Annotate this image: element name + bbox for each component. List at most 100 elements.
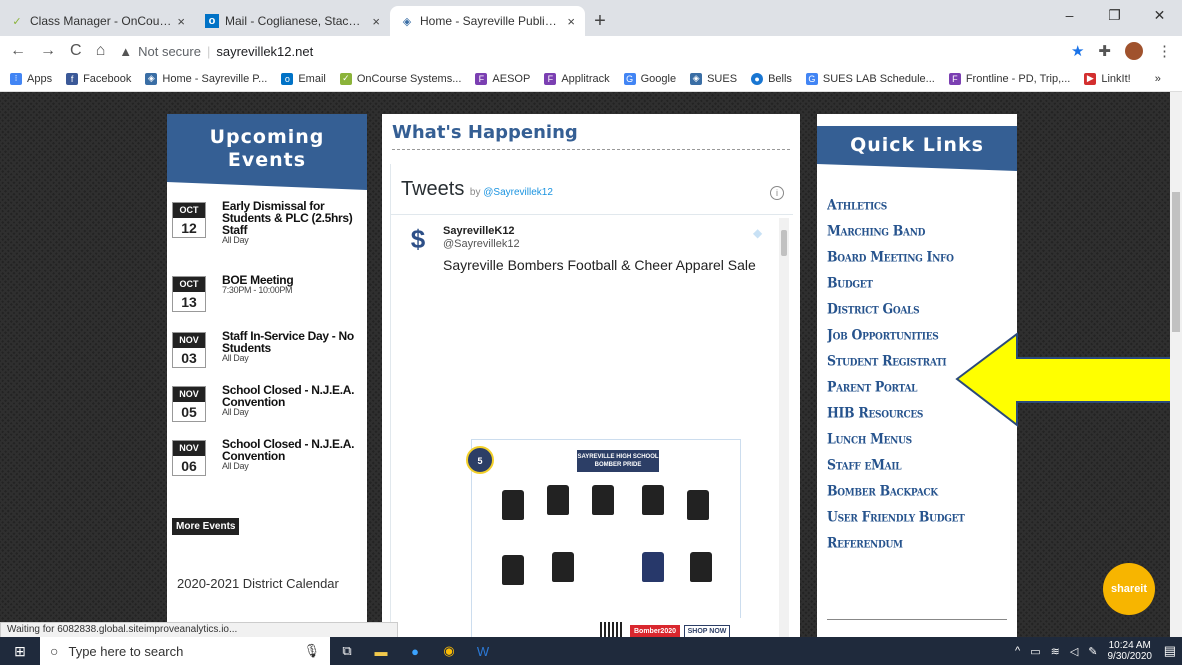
bookmark-bells[interactable]: ● Bells xyxy=(751,72,792,85)
bookmark-label: LinkIt! xyxy=(1101,72,1131,85)
shirt-image xyxy=(547,485,569,515)
not-secure-label[interactable]: Not secure xyxy=(138,44,201,59)
event-day: 03 xyxy=(181,350,197,366)
menu-dots-icon[interactable]: ⋮ xyxy=(1157,42,1172,60)
url-text[interactable]: sayrevillek12.net xyxy=(216,44,313,59)
bookmark-label: OnCourse Systems... xyxy=(356,72,462,85)
more-bookmarks-button[interactable]: » xyxy=(1155,73,1161,85)
twitter-bird-icon[interactable]: ◆ xyxy=(753,226,762,240)
window-controls: – ❐ ✕ xyxy=(1047,0,1182,30)
tab-title: Mail - Coglianese, Stacey - Outlo xyxy=(225,14,366,28)
close-window-button[interactable]: ✕ xyxy=(1137,0,1182,30)
event-time: All Day xyxy=(222,407,249,417)
bookmark-aesop[interactable]: F AESOP xyxy=(475,72,530,85)
shirt-image xyxy=(502,490,524,520)
apparel-flyer-image[interactable]: 5 SAYREVILLE HIGH SCHOOL BOMBER PRIDE Bo… xyxy=(466,439,742,637)
tweet-scrollbar[interactable] xyxy=(779,218,789,637)
event-item[interactable]: NOV 03 Staff In-Service Day - No Students… xyxy=(172,330,367,377)
microphone-icon[interactable]: 🎙 xyxy=(303,643,320,659)
sayreville-avatar-icon[interactable]: $ xyxy=(403,224,433,254)
omnibox[interactable]: ▲ Not secure | sayrevillek12.net xyxy=(119,44,1057,59)
volume-icon[interactable]: ◁ xyxy=(1070,645,1078,658)
network-icon[interactable]: ≋ xyxy=(1051,645,1060,658)
maximize-button[interactable]: ❐ xyxy=(1092,0,1137,30)
scrollbar-thumb[interactable] xyxy=(781,230,787,256)
page-scrollbar[interactable] xyxy=(1170,92,1182,637)
tab-close-button[interactable]: × xyxy=(567,14,575,29)
profile-avatar-icon[interactable] xyxy=(1125,42,1143,60)
home-button[interactable]: ⌂ xyxy=(96,42,106,60)
task-view-icon[interactable]: ⧉ xyxy=(330,637,364,665)
show-hidden-icons-icon[interactable]: ^ xyxy=(1015,645,1020,657)
file-explorer-icon[interactable]: ▬ xyxy=(364,637,398,665)
minimize-button[interactable]: – xyxy=(1047,0,1092,30)
bookmark-sues-lab[interactable]: G SUES LAB Schedule... xyxy=(805,72,935,85)
shirt-image xyxy=(502,555,524,585)
word-icon[interactable]: W xyxy=(466,637,500,665)
bookmark-frontline[interactable]: F Frontline - PD, Trip,... xyxy=(948,72,1070,85)
event-month: OCT xyxy=(173,277,205,292)
extensions-puzzle-icon[interactable]: ✚ xyxy=(1098,42,1111,60)
quick-link-referendum[interactable]: Referendum xyxy=(827,528,1017,558)
warning-icon[interactable]: ▲ xyxy=(119,44,132,59)
bookmark-sues[interactable]: ◈ SUES xyxy=(690,72,737,85)
taskbar-search-box[interactable]: ○ Type here to search 🎙 xyxy=(40,637,330,665)
tab-sayreville-home[interactable]: ◈ Home - Sayreville Public Schools × xyxy=(390,6,585,36)
shirt-image xyxy=(642,485,664,515)
tweet-author-name[interactable]: SayrevilleK12 xyxy=(443,225,515,237)
taskbar-clock[interactable]: 10:24 AM 9/30/2020 xyxy=(1108,640,1153,662)
bookmark-apps[interactable]: ⁝ Apps xyxy=(10,72,52,85)
notification-center-icon[interactable]: ▤ xyxy=(1164,643,1176,659)
tab-strip: ✓ Class Manager - OnCourse Syste × o Mai… xyxy=(0,0,1182,36)
edge-icon[interactable]: ● xyxy=(398,637,432,665)
bookmark-oncourse[interactable]: ✓ OnCourse Systems... xyxy=(339,72,462,85)
info-icon[interactable]: i xyxy=(770,186,784,200)
bookmark-label: Bells xyxy=(768,72,792,85)
tab-mail[interactable]: o Mail - Coglianese, Stacey - Outlo × xyxy=(195,6,390,36)
bookmark-email[interactable]: o Email xyxy=(281,72,326,85)
event-title[interactable]: BOE Meeting 7:30PM - 10:00PM xyxy=(222,274,372,295)
whats-happening-panel: What's Happening Tweets by @Sayrevillek1… xyxy=(382,114,800,637)
new-tab-button[interactable]: + xyxy=(585,6,615,36)
event-item[interactable]: OCT 13 BOE Meeting 7:30PM - 10:00PM xyxy=(172,274,367,321)
event-item[interactable]: NOV 05 School Closed - N.J.E.A. Conventio… xyxy=(172,384,367,431)
bookmark-google[interactable]: G Google xyxy=(623,72,676,85)
bookmark-home-sayreville[interactable]: ◈ Home - Sayreville P... xyxy=(145,72,267,85)
forward-button[interactable]: → xyxy=(40,42,56,60)
event-title-text: Staff In-Service Day - No Students xyxy=(222,329,354,355)
district-calendar-title[interactable]: 2020-2021 District Calendar xyxy=(177,576,339,591)
event-title[interactable]: School Closed - N.J.E.A. Convention All D… xyxy=(222,438,372,471)
frontline-icon: F xyxy=(544,72,557,85)
tab-close-button[interactable]: × xyxy=(372,14,380,29)
bookmark-label: Applitrack xyxy=(561,72,610,85)
event-item[interactable]: NOV 06 School Closed - N.J.E.A. Conventio… xyxy=(172,438,367,485)
pen-icon[interactable]: ✎ xyxy=(1088,645,1097,658)
event-title[interactable]: Early Dismissal for Students & PLC (2.5h… xyxy=(222,200,372,245)
bookmark-label: Facebook xyxy=(83,72,132,85)
twitter-timeline[interactable]: Tweets by @Sayrevillek12 i $ SayrevilleK… xyxy=(390,164,793,637)
back-button[interactable]: ← xyxy=(10,42,26,60)
tweet-author-handle[interactable]: @Sayrevillek12 xyxy=(443,238,520,250)
chrome-icon[interactable]: ◉ xyxy=(432,637,466,665)
tab-class-manager[interactable]: ✓ Class Manager - OnCourse Syste × xyxy=(0,6,195,36)
event-title[interactable]: School Closed - N.J.E.A. Convention All D… xyxy=(222,384,372,417)
bookmark-star-icon[interactable]: ★ xyxy=(1071,42,1084,60)
tweets-by-handle[interactable]: @Sayrevillek12 xyxy=(483,187,553,198)
extensions-area: ★ ✚ ⋮ xyxy=(1071,42,1172,60)
bookmark-applitrack[interactable]: F Applitrack xyxy=(544,72,610,85)
tab-close-button[interactable]: × xyxy=(177,14,185,29)
battery-icon[interactable]: ▭ xyxy=(1030,645,1040,658)
shop-now-label: SHOP NOW xyxy=(684,625,730,637)
event-title[interactable]: Staff In-Service Day - No Students All Da… xyxy=(222,330,372,363)
bookmark-linkit[interactable]: ▶ LinkIt! xyxy=(1084,72,1131,85)
shareit-button[interactable]: shareit xyxy=(1103,563,1155,615)
event-item[interactable]: OCT 12 Early Dismissal for Students & PLC… xyxy=(172,200,367,247)
more-events-button[interactable]: More Events xyxy=(172,518,240,535)
reload-button[interactable]: C xyxy=(70,42,82,60)
tweets-label: Tweets xyxy=(401,178,465,200)
scrollbar-thumb[interactable] xyxy=(1172,192,1180,332)
flyer-date-badge: 5 xyxy=(466,446,494,474)
sayreville-icon: ◈ xyxy=(145,72,158,85)
windows-start-icon[interactable]: ⊞ xyxy=(0,637,40,665)
bookmark-facebook[interactable]: f Facebook xyxy=(66,72,132,85)
